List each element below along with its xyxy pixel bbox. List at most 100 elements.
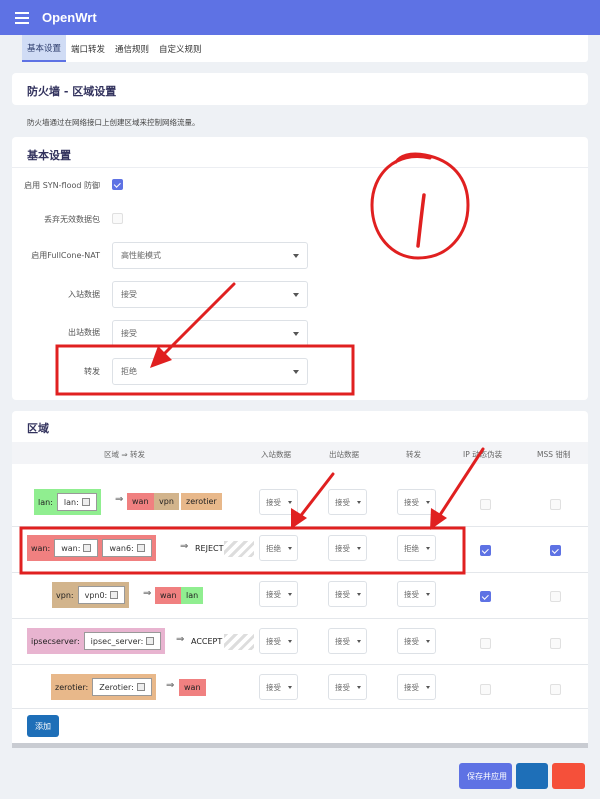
hatch-pattern bbox=[224, 541, 254, 557]
reset-button[interactable] bbox=[552, 763, 585, 789]
lan-forward-value: 接受 bbox=[404, 497, 419, 507]
forward-select[interactable]: 拒绝 bbox=[112, 358, 308, 385]
brand-logo[interactable]: OpenWrt bbox=[42, 10, 97, 25]
vpn-masq-checkbox[interactable] bbox=[480, 591, 491, 602]
network-icon bbox=[83, 544, 92, 552]
zone-wan[interactable]: wan: wan: wan6: bbox=[27, 535, 156, 561]
page-title: 防火墙 - 区域设置 bbox=[27, 85, 117, 98]
input-select[interactable]: 接受 bbox=[112, 281, 308, 308]
tab-basic[interactable]: 基本设置 bbox=[22, 35, 67, 62]
zone-ipsecserver-network: ipsec_server: bbox=[83, 632, 162, 650]
wan-output-value: 接受 bbox=[335, 543, 350, 553]
chevron-down-icon bbox=[426, 640, 430, 643]
ipsecserver-input-select[interactable]: 接受 bbox=[259, 628, 298, 654]
zone-vpn[interactable]: vpn: vpn0: bbox=[52, 582, 130, 608]
wan-output-select[interactable]: 接受 bbox=[328, 535, 367, 561]
row-divider bbox=[12, 572, 588, 573]
tab-traffic-rules[interactable]: 通信规则 bbox=[110, 35, 154, 62]
vpn-output-select[interactable]: 接受 bbox=[328, 581, 367, 607]
tab-port-forward[interactable]: 端口转发 bbox=[66, 35, 110, 62]
zerotier-mss-checkbox[interactable] bbox=[550, 684, 561, 695]
input-label: 入站数据 bbox=[68, 290, 100, 299]
forward-arrow: ⇒ bbox=[180, 541, 189, 552]
syn-flood-checkbox[interactable] bbox=[112, 179, 123, 190]
wan-mss-checkbox[interactable] bbox=[550, 545, 561, 556]
forward-arrow: ⇒ bbox=[143, 588, 152, 599]
target-wan: wan bbox=[179, 679, 206, 696]
zones-title: 区域 bbox=[27, 422, 49, 435]
zerotier-masq-checkbox[interactable] bbox=[480, 684, 491, 695]
wan-policy: REJECT bbox=[195, 544, 224, 553]
save-apply-button[interactable]: 保存并应用 bbox=[459, 763, 512, 789]
row-divider bbox=[12, 526, 588, 527]
lan-forward-select[interactable]: 接受 bbox=[397, 489, 436, 515]
forward-label: 转发 bbox=[84, 367, 100, 376]
header-output: 出站数据 bbox=[329, 450, 359, 459]
zone-wan6-network: wan6: bbox=[102, 539, 152, 557]
header-masq: IP 动态伪装 bbox=[463, 450, 503, 459]
zone-wan-network: wan: bbox=[54, 539, 99, 557]
zone-lan-network: lan: bbox=[56, 493, 97, 511]
tab-custom-rules[interactable]: 自定义规则 bbox=[154, 35, 207, 62]
network-name: ipsec_server: bbox=[90, 636, 144, 646]
vpn-mss-checkbox[interactable] bbox=[550, 591, 561, 602]
lan-masq-checkbox[interactable] bbox=[480, 499, 491, 510]
drop-invalid-checkbox[interactable] bbox=[112, 213, 123, 224]
hatch-pattern bbox=[224, 634, 254, 650]
horizontal-scrollbar[interactable] bbox=[12, 743, 588, 748]
ipsecserver-output-select[interactable]: 接受 bbox=[328, 628, 367, 654]
chevron-down-icon bbox=[357, 547, 361, 550]
menu-icon[interactable] bbox=[15, 11, 29, 24]
page-title-card: 防火墙 - 区域设置 bbox=[12, 73, 588, 105]
forward-value: 拒绝 bbox=[121, 367, 137, 376]
tab-bar: 基本设置 端口转发 通信规则 自定义规则 bbox=[22, 35, 588, 62]
ipsecserver-mss-checkbox[interactable] bbox=[550, 638, 561, 649]
lan-input-select[interactable]: 接受 bbox=[259, 489, 298, 515]
network-name: wan6: bbox=[109, 543, 134, 553]
ipsecserver-forward-select[interactable]: 接受 bbox=[397, 628, 436, 654]
wan-input-select[interactable]: 拒绝 bbox=[259, 535, 298, 561]
target-lan: lan bbox=[181, 587, 204, 604]
output-select[interactable]: 接受 bbox=[112, 320, 308, 347]
zerotier-forward-select[interactable]: 接受 bbox=[397, 674, 436, 700]
zone-ipsecserver[interactable]: ipsecserver: ipsec_server: bbox=[27, 628, 166, 654]
network-name: lan: bbox=[63, 497, 79, 507]
zerotier-output-value: 接受 bbox=[335, 682, 350, 692]
forward-arrow: ⇒ bbox=[166, 680, 175, 691]
ipsecserver-masq-checkbox[interactable] bbox=[480, 638, 491, 649]
chevron-down-icon bbox=[426, 547, 430, 550]
zone-vpn-label: vpn: bbox=[56, 590, 74, 600]
wan-forward-select[interactable]: 拒绝 bbox=[397, 535, 436, 561]
chevron-down-icon bbox=[426, 501, 430, 504]
chevron-down-icon bbox=[288, 501, 292, 504]
fullcone-select[interactable]: 高性能模式 bbox=[112, 242, 308, 269]
drop-invalid-label: 丢弃无效数据包 bbox=[44, 215, 100, 224]
wan-masq-checkbox[interactable] bbox=[480, 545, 491, 556]
output-value: 接受 bbox=[121, 329, 137, 338]
lan-output-select[interactable]: 接受 bbox=[328, 489, 367, 515]
input-value: 接受 bbox=[121, 290, 137, 299]
zerotier-forward-value: 接受 bbox=[404, 682, 419, 692]
network-icon bbox=[136, 544, 145, 552]
ipsecserver-policy: ACCEPT bbox=[191, 637, 223, 646]
save-button[interactable] bbox=[516, 763, 548, 789]
vpn-input-select[interactable]: 接受 bbox=[259, 581, 298, 607]
forward-arrow: ⇒ bbox=[115, 494, 124, 505]
wan-forward-value: 拒绝 bbox=[404, 543, 419, 553]
chevron-down-icon bbox=[288, 547, 292, 550]
target-vpn: vpn bbox=[154, 493, 179, 510]
zerotier-input-select[interactable]: 接受 bbox=[259, 674, 298, 700]
zerotier-output-select[interactable]: 接受 bbox=[328, 674, 367, 700]
lan-mss-checkbox[interactable] bbox=[550, 499, 561, 510]
zone-zerotier-network: Zerotier: bbox=[92, 678, 152, 696]
row-divider bbox=[12, 664, 588, 665]
ipsecserver-forward-value: 接受 bbox=[404, 636, 419, 646]
zone-zerotier[interactable]: zerotier: Zerotier: bbox=[51, 674, 156, 700]
zone-lan-label: lan: bbox=[38, 497, 53, 507]
chevron-down-icon bbox=[293, 293, 299, 297]
top-navbar: OpenWrt bbox=[0, 0, 600, 35]
network-name: vpn0: bbox=[84, 590, 108, 600]
zone-lan[interactable]: lan: lan: bbox=[34, 489, 101, 515]
vpn-forward-select[interactable]: 接受 bbox=[397, 581, 436, 607]
add-zone-button[interactable]: 添加 bbox=[27, 715, 59, 737]
